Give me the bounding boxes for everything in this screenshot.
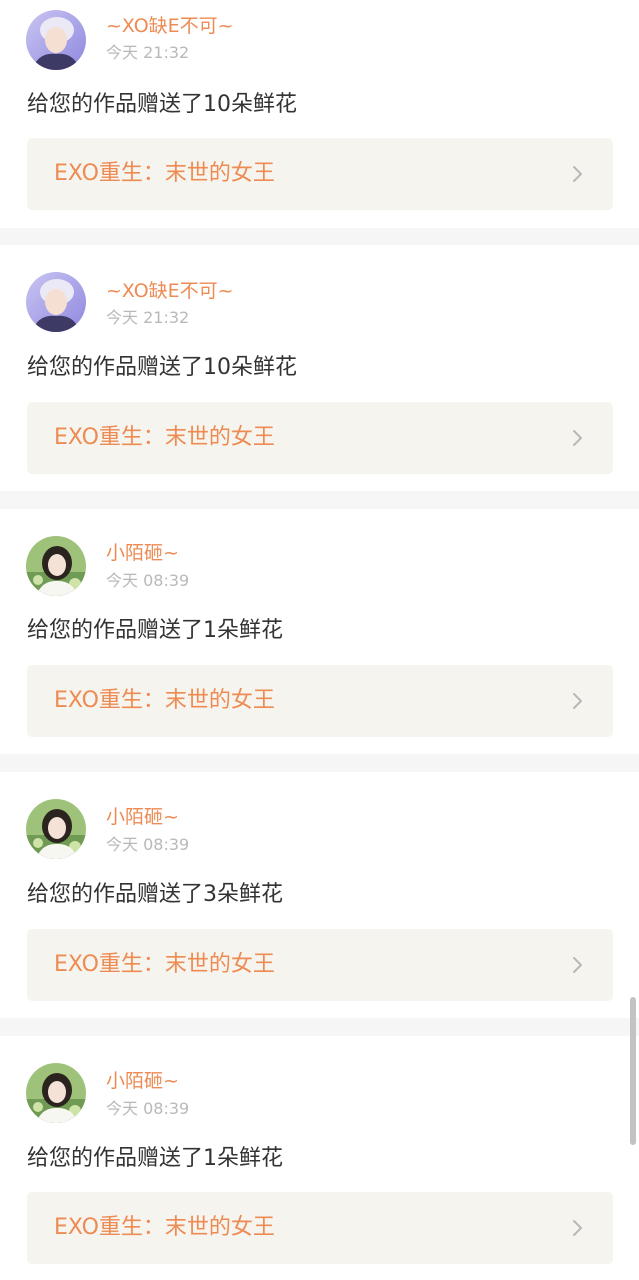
username[interactable]: 小陌砸~ xyxy=(106,541,179,565)
timestamp: 今天 21:32 xyxy=(106,308,190,327)
work-title: EXO重生：末世的女王 xyxy=(54,1215,275,1240)
work-link[interactable]: EXO重生：末世的女王 xyxy=(27,929,613,1001)
chevron-right-icon xyxy=(573,430,582,446)
work-title: EXO重生：末世的女王 xyxy=(54,161,275,186)
work-link[interactable]: EXO重生：末世的女王 xyxy=(27,138,613,210)
work-link[interactable]: EXO重生：末世的女王 xyxy=(27,1192,613,1264)
username[interactable]: 小陌砸~ xyxy=(106,1069,179,1093)
notification-card: ~XO缺E不可~ 今天 21:32 给您的作品赠送了10朵鲜花 EXO重生：末世… xyxy=(0,0,639,228)
chevron-right-icon xyxy=(573,693,582,709)
avatar[interactable] xyxy=(26,1063,86,1123)
username[interactable]: ~XO缺E不可~ xyxy=(106,279,234,303)
gift-message: 给您的作品赠送了3朵鲜花 xyxy=(27,882,283,907)
gift-message: 给您的作品赠送了10朵鲜花 xyxy=(27,355,297,380)
avatar[interactable] xyxy=(26,272,86,332)
work-title: EXO重生：末世的女王 xyxy=(54,952,275,977)
notification-card: 小陌砸~ 今天 08:39 给您的作品赠送了1朵鲜花 EXO重生：末世的女王 xyxy=(0,509,639,754)
chevron-right-icon xyxy=(573,1220,582,1236)
notification-card: 小陌砸~ 今天 08:39 给您的作品赠送了3朵鲜花 EXO重生：末世的女王 xyxy=(0,772,639,1018)
gift-message: 给您的作品赠送了10朵鲜花 xyxy=(27,92,297,117)
timestamp: 今天 08:39 xyxy=(106,571,190,590)
work-title: EXO重生：末世的女王 xyxy=(54,425,275,450)
notification-feed[interactable]: ~XO缺E不可~ 今天 21:32 给您的作品赠送了10朵鲜花 EXO重生：末世… xyxy=(0,0,639,1280)
chevron-right-icon xyxy=(573,957,582,973)
gift-message: 给您的作品赠送了1朵鲜花 xyxy=(27,1146,283,1171)
scrollbar[interactable] xyxy=(630,997,636,1145)
avatar[interactable] xyxy=(26,10,86,70)
notification-card: ~XO缺E不可~ 今天 21:32 给您的作品赠送了10朵鲜花 EXO重生：末世… xyxy=(0,245,639,491)
timestamp: 今天 08:39 xyxy=(106,1099,190,1118)
username[interactable]: 小陌砸~ xyxy=(106,805,179,829)
avatar[interactable] xyxy=(26,799,86,859)
avatar[interactable] xyxy=(26,536,86,596)
notification-card: 小陌砸~ 今天 08:39 给您的作品赠送了1朵鲜花 EXO重生：末世的女王 xyxy=(0,1036,639,1280)
gift-message: 给您的作品赠送了1朵鲜花 xyxy=(27,618,283,643)
username[interactable]: ~XO缺E不可~ xyxy=(106,14,234,38)
chevron-right-icon xyxy=(573,166,582,182)
work-link[interactable]: EXO重生：末世的女王 xyxy=(27,402,613,474)
work-title: EXO重生：末世的女王 xyxy=(54,688,275,713)
timestamp: 今天 08:39 xyxy=(106,835,190,854)
work-link[interactable]: EXO重生：末世的女王 xyxy=(27,665,613,737)
timestamp: 今天 21:32 xyxy=(106,43,190,62)
